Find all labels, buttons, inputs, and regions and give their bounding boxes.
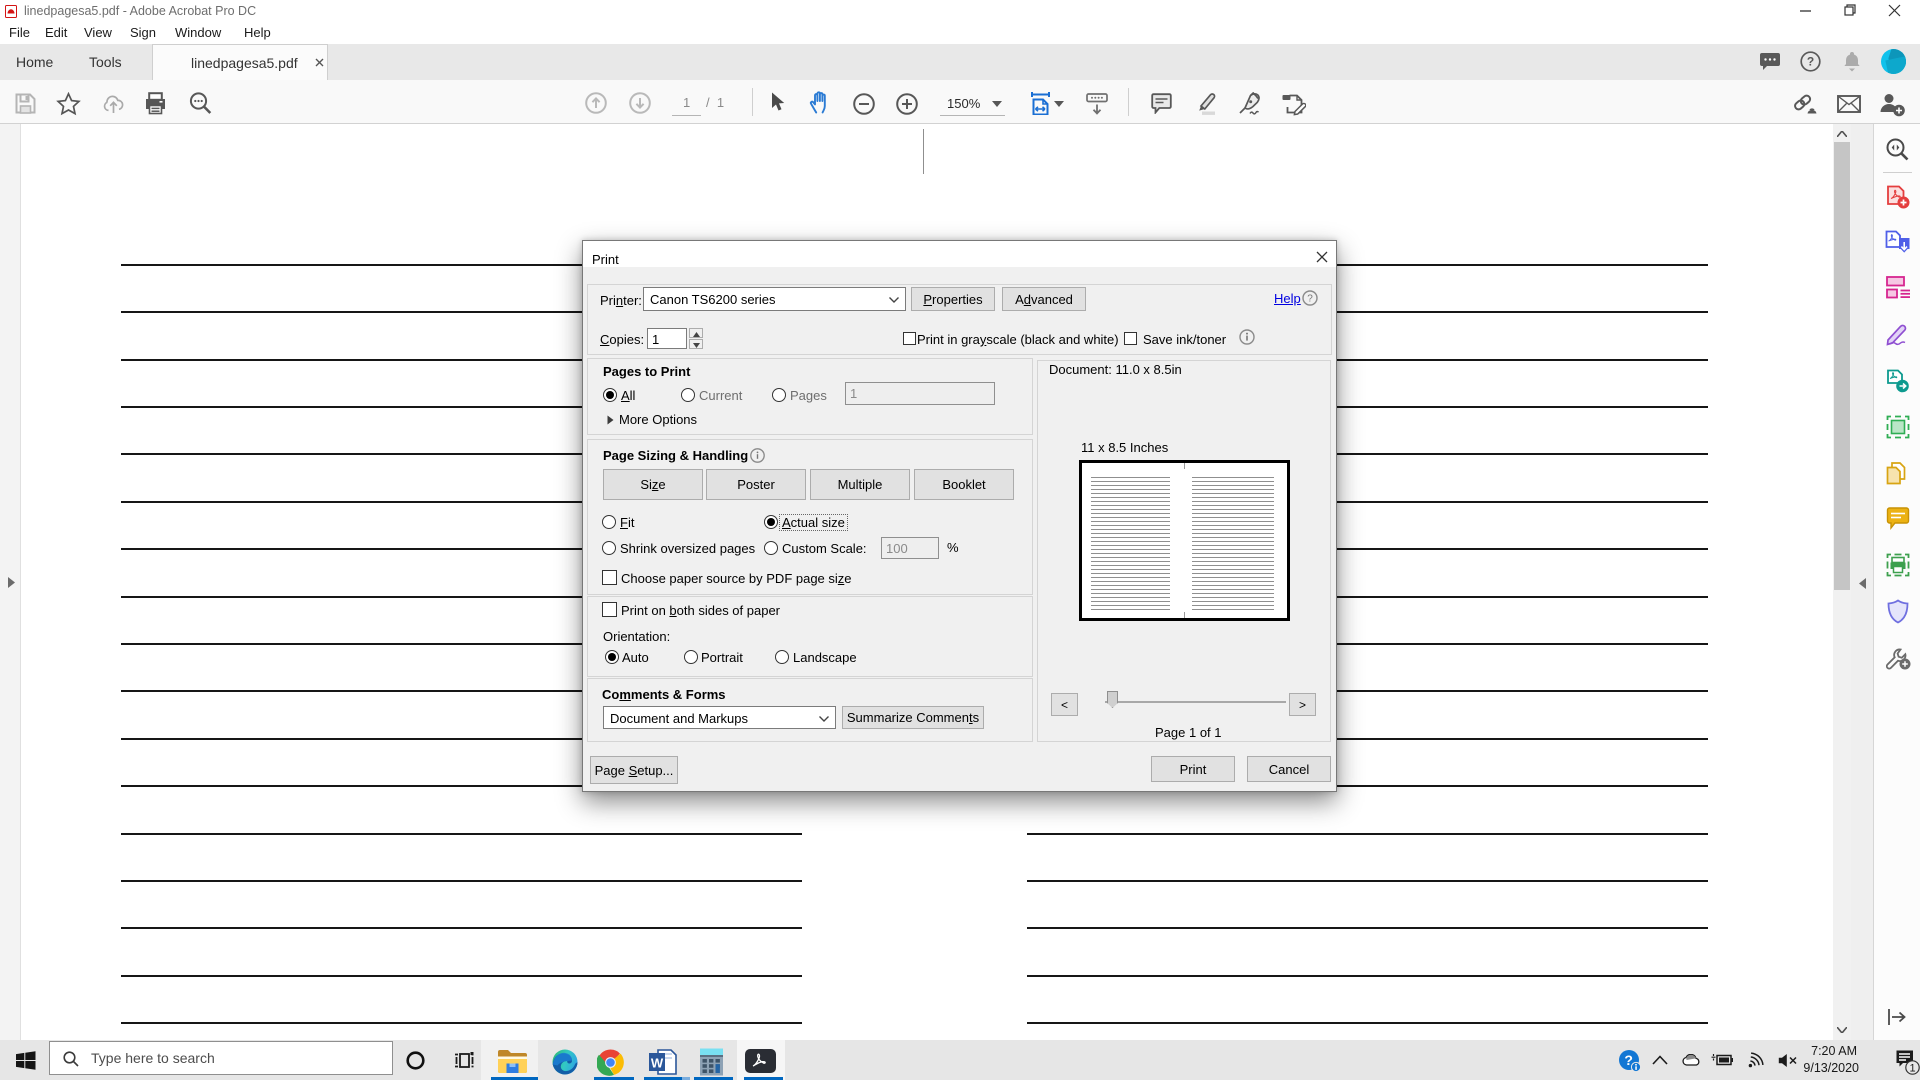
svg-text:?: ?	[1307, 294, 1313, 305]
svg-text:W: W	[651, 1056, 664, 1071]
svg-text:1: 1	[1909, 1063, 1915, 1075]
svg-text:?: ?	[1807, 55, 1814, 69]
